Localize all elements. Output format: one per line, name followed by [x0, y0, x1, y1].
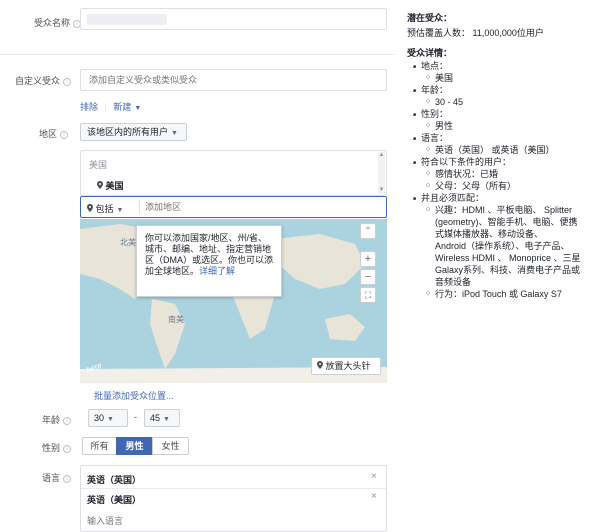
detail-behavior: 行为：iPod Touch 或 Galaxy S7 [426, 288, 597, 300]
detail-gender-value: 男性 [426, 120, 597, 132]
gender-option-all[interactable]: 所有 [82, 437, 117, 455]
audience-details-title: 受众详情： [407, 48, 453, 58]
detail-age-value: 30 - 45 [426, 96, 597, 108]
scroll-up-icon[interactable]: ▲ [378, 152, 385, 159]
exclude-link[interactable]: 排除 [80, 102, 98, 112]
detail-gender-label: 性别： [413, 108, 597, 121]
divider [0, 54, 395, 55]
gender-label: 性别 i [42, 441, 72, 454]
info-icon: i [63, 417, 72, 425]
detail-age-label: 年龄： [413, 84, 597, 97]
location-pin-icon [317, 361, 323, 369]
language-label: 语言 i [42, 471, 72, 484]
map-label-north-america: 北美 [120, 238, 136, 247]
divider [139, 200, 140, 214]
map-collapse-button[interactable]: ⌃ [360, 223, 376, 239]
chevron-up-icon[interactable]: ⌃ [360, 223, 376, 239]
detail-relationship: 感情状况：已婚 [426, 168, 597, 180]
location-tooltip: 你可以添加国家/地区、州/省、城市、邮编、地址、指定营销地区（DMA）或选区。你… [136, 225, 282, 297]
detail-language-value: 英语（英国） 或英语（美国） [426, 144, 597, 156]
audience-name-label: 受众名称 i [34, 16, 82, 29]
fullscreen-icon[interactable]: ⛶ [360, 287, 376, 303]
location-scope-dropdown[interactable]: 该地区内的所有用户 ▼ [80, 123, 187, 141]
gender-option-female[interactable]: 女性 [152, 437, 189, 455]
location-search-input[interactable] [145, 200, 345, 214]
language-box: 英语（英国） × 英语（美国） × [80, 465, 387, 532]
audience-name-input[interactable] [80, 8, 387, 30]
detail-language-label: 语言： [413, 132, 597, 145]
gender-option-male[interactable]: 男性 [116, 437, 153, 455]
potential-audience-title: 潜在受众： [407, 13, 453, 23]
learn-more-link[interactable]: 详细了解 [199, 266, 235, 276]
scrollbar[interactable]: ▲ ▼ [378, 152, 385, 194]
detail-interests: 兴趣：HDMI 、平板电脑、 Splitter (geometry)、智能手机、… [426, 204, 597, 288]
detail-match-all-label: 并且必须匹配： [413, 192, 597, 205]
age-max-dropdown[interactable]: 45 ▼ [144, 409, 180, 427]
include-dropdown[interactable]: 包括 ▼ [87, 202, 123, 215]
scroll-down-icon[interactable]: ▼ [378, 187, 385, 194]
language-tag: 英语（美国） [87, 495, 142, 505]
location-selected-item[interactable]: 美国 [97, 179, 124, 192]
map-label-south-america: 南美 [168, 315, 184, 324]
info-icon: i [60, 131, 69, 139]
custom-audience-label: 自定义受众 i [15, 74, 72, 87]
location-search-row: 包括 ▼ [80, 196, 387, 218]
detail-parents: 父母：父母（所有） [426, 180, 597, 192]
zoom-in-button[interactable]: + [360, 251, 376, 267]
zoom-out-button[interactable]: − [360, 269, 376, 285]
location-pin-icon [97, 181, 103, 189]
create-new-link[interactable]: 新建 ▼ [113, 102, 141, 112]
language-tag: 英语（英国） [87, 475, 142, 485]
location-selection-box: 美国 美国 ▲ ▼ [80, 150, 387, 196]
detail-location-value: 美国 [426, 72, 597, 84]
bulk-add-locations-link[interactable]: 批量添加受众位置... [94, 389, 174, 402]
location-label: 地区 i [39, 127, 69, 140]
age-label: 年龄 i [42, 413, 72, 426]
drop-pin-button[interactable]: 放置大头针 [311, 357, 381, 375]
info-icon: i [63, 475, 72, 483]
remove-icon[interactable]: × [371, 471, 377, 482]
info-icon: i [63, 78, 72, 86]
custom-audience-input[interactable] [80, 69, 387, 91]
potential-reach: 预估覆盖人数： 11,000,000位用户 [407, 28, 544, 38]
separator: | [104, 102, 107, 112]
language-input[interactable] [87, 514, 367, 528]
audience-name-value-blurred [87, 14, 167, 25]
audience-summary-panel: 潜在受众： 预估覆盖人数： 11,000,000位用户 受众详情： 地点： 美国… [407, 12, 597, 300]
age-range-dash: - [134, 412, 137, 422]
location-pin-icon [87, 204, 93, 212]
detail-location-label: 地点： [413, 60, 597, 73]
divider [81, 488, 386, 489]
location-group-header: 美国 [89, 160, 108, 170]
detail-match-any-label: 符合以下条件的用户： [413, 156, 597, 169]
age-min-dropdown[interactable]: 30 ▼ [88, 409, 128, 427]
remove-icon[interactable]: × [371, 491, 377, 502]
info-icon: i [63, 445, 72, 453]
